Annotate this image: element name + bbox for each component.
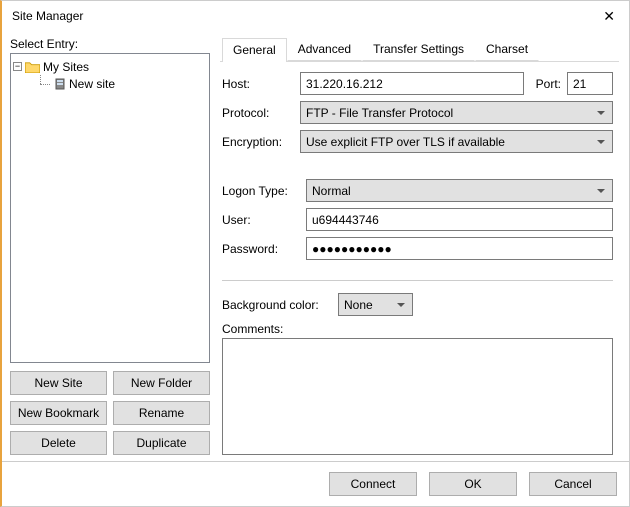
- cancel-button[interactable]: Cancel: [529, 472, 617, 496]
- bgcolor-value: None: [344, 298, 373, 312]
- tree-root-label: My Sites: [43, 60, 89, 74]
- collapse-icon[interactable]: −: [13, 62, 22, 71]
- protocol-row: Protocol: FTP - File Transfer Protocol: [222, 101, 613, 124]
- host-label: Host:: [222, 77, 294, 91]
- tab-general[interactable]: General: [222, 38, 287, 62]
- port-label: Port:: [536, 77, 561, 91]
- entry-buttons: New Site New Folder New Bookmark Rename …: [10, 369, 210, 461]
- protocol-value: FTP - File Transfer Protocol: [306, 106, 453, 120]
- host-input[interactable]: [300, 72, 524, 95]
- left-pane: Select Entry: − My Sites New site: [10, 37, 210, 461]
- tab-advanced[interactable]: Advanced: [287, 37, 362, 61]
- logon-type-label: Logon Type:: [222, 184, 300, 198]
- new-site-button[interactable]: New Site: [10, 371, 107, 395]
- tabs: General Advanced Transfer Settings Chars…: [220, 37, 619, 62]
- encryption-value: Use explicit FTP over TLS if available: [306, 135, 505, 149]
- tree-root-row[interactable]: − My Sites: [13, 58, 207, 75]
- tree-branch: [33, 75, 51, 92]
- delete-button[interactable]: Delete: [10, 431, 107, 455]
- logon-row: Logon Type: Normal: [222, 179, 613, 202]
- dialog-body: Select Entry: − My Sites New site: [2, 31, 629, 461]
- encryption-label: Encryption:: [222, 135, 294, 149]
- general-form: Host: Port: Protocol: FTP - File Transfe…: [220, 62, 619, 461]
- password-input[interactable]: [306, 237, 613, 260]
- site-manager-window: Site Manager ✕ Select Entry: − My Sites: [0, 0, 630, 507]
- folder-icon: [25, 61, 40, 73]
- right-pane: General Advanced Transfer Settings Chars…: [220, 37, 619, 461]
- tab-charset[interactable]: Charset: [475, 37, 539, 61]
- password-row: Password:: [222, 237, 613, 260]
- new-folder-button[interactable]: New Folder: [113, 371, 210, 395]
- tree-item-row[interactable]: New site: [33, 75, 207, 92]
- duplicate-button[interactable]: Duplicate: [113, 431, 210, 455]
- bgcolor-label: Background color:: [222, 298, 332, 312]
- separator: [222, 280, 613, 281]
- comments-label: Comments:: [222, 322, 613, 336]
- logon-type-value: Normal: [312, 184, 351, 198]
- new-bookmark-button[interactable]: New Bookmark: [10, 401, 107, 425]
- bgcolor-select[interactable]: None: [338, 293, 413, 316]
- port-input[interactable]: [567, 72, 613, 95]
- comments-input[interactable]: [222, 338, 613, 455]
- protocol-select[interactable]: FTP - File Transfer Protocol: [300, 101, 613, 124]
- host-row: Host: Port:: [222, 72, 613, 95]
- close-icon[interactable]: ✕: [603, 8, 615, 25]
- encryption-row: Encryption: Use explicit FTP over TLS if…: [222, 130, 613, 153]
- select-entry-label: Select Entry:: [10, 37, 210, 51]
- password-label: Password:: [222, 242, 300, 256]
- bgcolor-row: Background color: None: [222, 293, 613, 316]
- user-label: User:: [222, 213, 300, 227]
- logon-type-select[interactable]: Normal: [306, 179, 613, 202]
- user-input[interactable]: [306, 208, 613, 231]
- window-title: Site Manager: [12, 9, 83, 23]
- protocol-label: Protocol:: [222, 106, 294, 120]
- server-icon: [54, 78, 66, 90]
- connect-button[interactable]: Connect: [329, 472, 417, 496]
- rename-button[interactable]: Rename: [113, 401, 210, 425]
- entry-tree[interactable]: − My Sites New site: [10, 53, 210, 363]
- titlebar: Site Manager ✕: [2, 1, 629, 31]
- tab-transfer-settings[interactable]: Transfer Settings: [362, 37, 475, 61]
- tree-item-label: New site: [69, 77, 115, 91]
- encryption-select[interactable]: Use explicit FTP over TLS if available: [300, 130, 613, 153]
- ok-button[interactable]: OK: [429, 472, 517, 496]
- footer: Connect OK Cancel: [2, 461, 629, 506]
- user-row: User:: [222, 208, 613, 231]
